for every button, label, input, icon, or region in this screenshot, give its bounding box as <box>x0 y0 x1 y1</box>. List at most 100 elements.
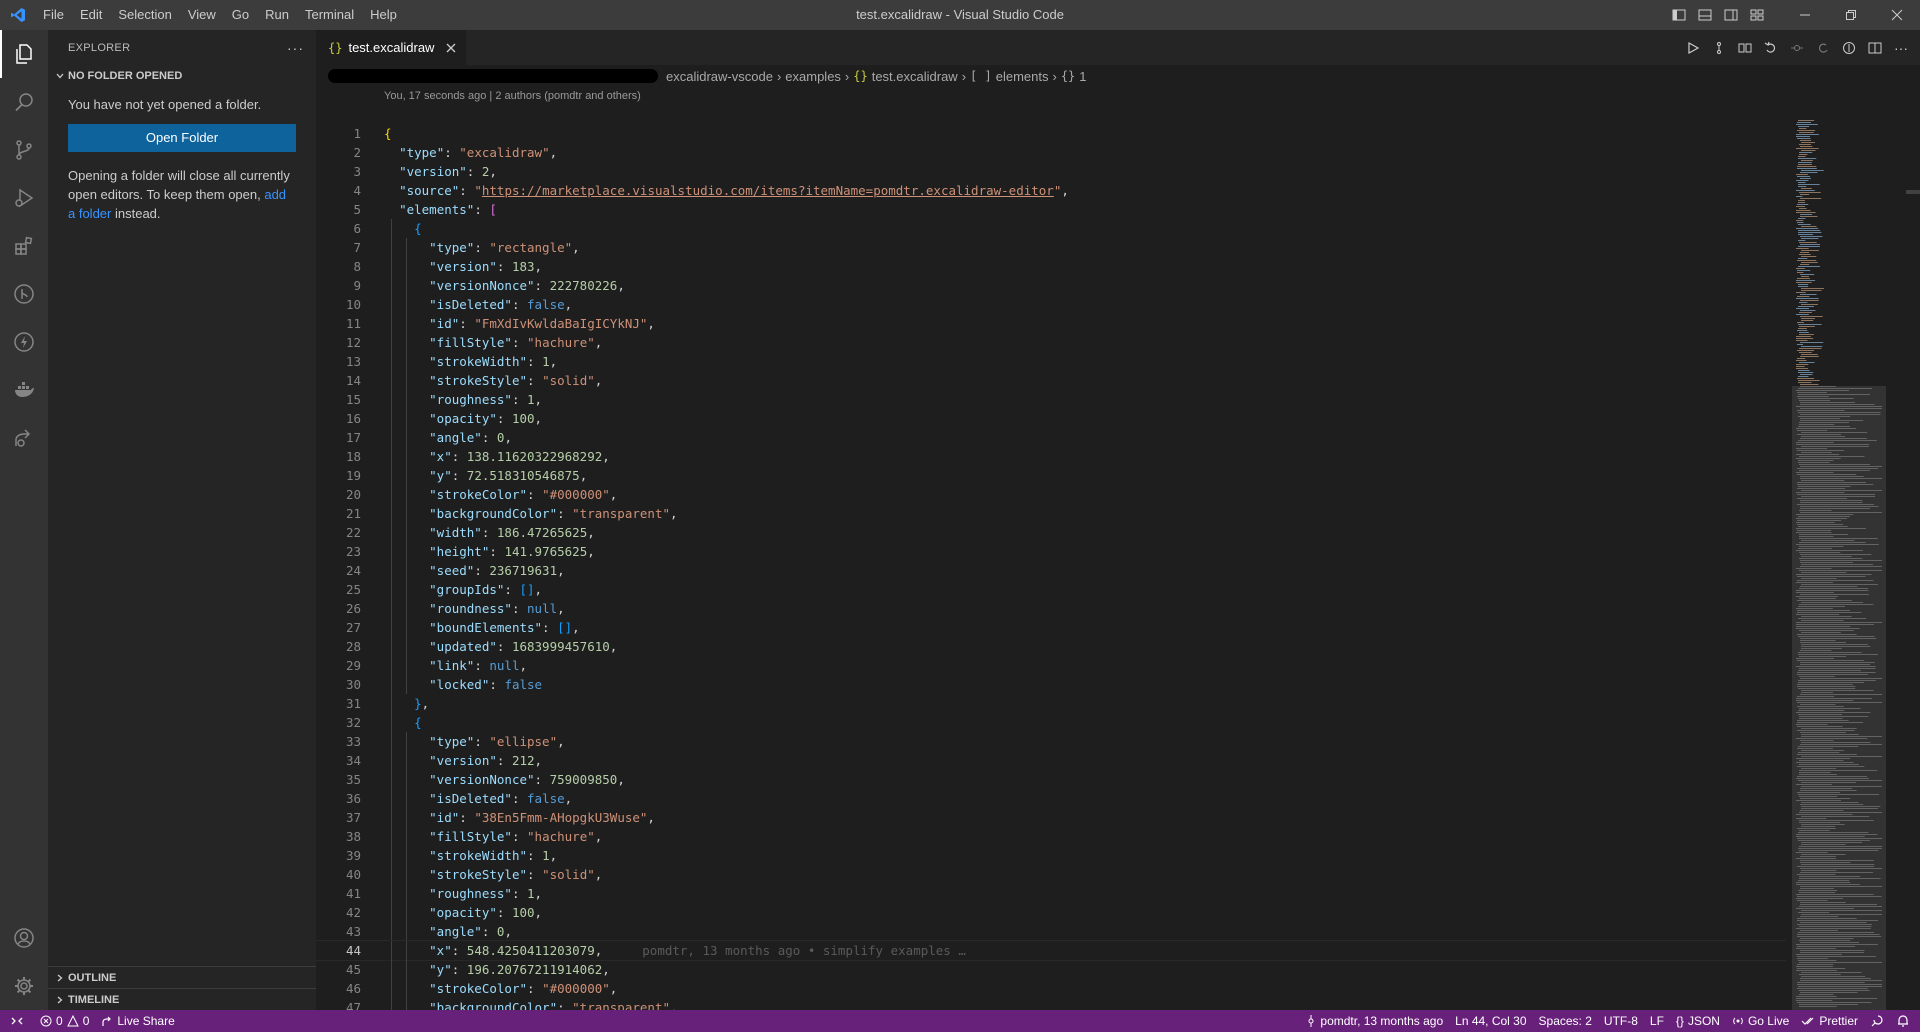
code-line[interactable]: 35 "versionNonce": 759009850, <box>316 770 1786 789</box>
minimize-icon[interactable] <box>1782 0 1828 30</box>
code-line[interactable]: 5 "elements": [ <box>316 200 1786 219</box>
scrollbar-thumb[interactable] <box>1906 190 1920 194</box>
indentation[interactable]: Spaces: 2 <box>1533 1010 1598 1032</box>
code-line[interactable]: 13 "strokeWidth": 1, <box>316 352 1786 371</box>
code-line[interactable]: 32 { <box>316 713 1786 732</box>
code-line[interactable]: 15 "roughness": 1, <box>316 390 1786 409</box>
code-line[interactable]: 27 "boundElements": [], <box>316 618 1786 637</box>
close-tab-icon[interactable] <box>446 43 456 53</box>
code-line[interactable]: 29 "link": null, <box>316 656 1786 675</box>
go-live-button[interactable]: Go Live <box>1726 1010 1795 1032</box>
next-change-icon[interactable] <box>1810 30 1836 65</box>
code-line[interactable]: 34 "version": 212, <box>316 751 1786 770</box>
code-line[interactable]: 6 { <box>316 219 1786 238</box>
menu-go[interactable]: Go <box>224 0 257 30</box>
customize-layout-icon[interactable] <box>1744 0 1770 30</box>
accounts-icon[interactable] <box>0 914 48 962</box>
blame-status[interactable]: pomdtr, 13 months ago <box>1300 1010 1449 1032</box>
code-line[interactable]: 7 "type": "rectangle", <box>316 238 1786 257</box>
explorer-icon[interactable] <box>0 30 48 78</box>
code-line[interactable]: 44 "x": 548.4250411203079, pomdtr, 13 mon… <box>316 940 1786 961</box>
code-line[interactable]: 17 "angle": 0, <box>316 428 1786 447</box>
minimap[interactable] <box>1792 118 1886 1010</box>
code-line[interactable]: 38 "fillStyle": "hachure", <box>316 827 1786 846</box>
code-line[interactable]: 31 }, <box>316 694 1786 713</box>
code-editor[interactable]: 1{2 "type": "excalidraw", 3 "version": 2,… <box>316 124 1786 1010</box>
git-lens-history-icon[interactable] <box>1706 30 1732 65</box>
code-line[interactable]: 4 "source": "https://marketplace.visuals… <box>316 181 1786 200</box>
code-line[interactable]: 11 "id": "FmXdIvKwldaBaIgICYkNJ", <box>316 314 1786 333</box>
code-line[interactable]: 21 "backgroundColor": "transparent", <box>316 504 1786 523</box>
code-line[interactable]: 33 "type": "ellipse", <box>316 732 1786 751</box>
live-share-status[interactable]: Live Share <box>95 1010 180 1032</box>
toggle-primary-sidebar-icon[interactable] <box>1666 0 1692 30</box>
menu-help[interactable]: Help <box>362 0 405 30</box>
open-folder-button[interactable]: Open Folder <box>68 124 296 152</box>
breadcrumb-item[interactable]: elements <box>996 69 1049 84</box>
search-icon[interactable] <box>0 78 48 126</box>
restore-icon[interactable] <box>1828 0 1874 30</box>
more-editor-actions-icon[interactable]: ··· <box>1888 30 1914 65</box>
more-actions-icon[interactable]: ··· <box>287 40 304 56</box>
end-of-line[interactable]: LF <box>1644 1010 1670 1032</box>
menu-file[interactable]: File <box>35 0 72 30</box>
revert-icon[interactable] <box>1758 30 1784 65</box>
code-line[interactable]: 14 "strokeStyle": "solid", <box>316 371 1786 390</box>
prettier-status[interactable]: Prettier <box>1795 1010 1864 1032</box>
notifications-bell-icon[interactable] <box>1890 1010 1920 1032</box>
code-line[interactable]: 3 "version": 2, <box>316 162 1786 181</box>
menu-edit[interactable]: Edit <box>72 0 110 30</box>
toggle-panel-icon[interactable] <box>1692 0 1718 30</box>
code-line[interactable]: 24 "seed": 236719631, <box>316 561 1786 580</box>
code-line[interactable]: 19 "y": 72.518310546875, <box>316 466 1786 485</box>
code-line[interactable]: 18 "x": 138.11620322968292, <box>316 447 1786 466</box>
code-line[interactable]: 39 "strokeWidth": 1, <box>316 846 1786 865</box>
code-line[interactable]: 41 "roughness": 1, <box>316 884 1786 903</box>
remote-indicator[interactable] <box>0 1010 34 1032</box>
code-line[interactable]: 10 "isDeleted": false, <box>316 295 1786 314</box>
code-line[interactable]: 2 "type": "excalidraw", <box>316 143 1786 162</box>
compare-changes-icon[interactable] <box>1732 30 1758 65</box>
toggle-secondary-sidebar-icon[interactable] <box>1718 0 1744 30</box>
run-debug-icon[interactable] <box>0 174 48 222</box>
code-line[interactable]: 23 "height": 141.9765625, <box>316 542 1786 561</box>
breadcrumb-item[interactable]: examples <box>785 69 841 84</box>
thunder-client-icon[interactable] <box>0 318 48 366</box>
source-control-icon[interactable] <box>0 126 48 174</box>
close-window-icon[interactable] <box>1874 0 1920 30</box>
code-line[interactable]: 20 "strokeColor": "#000000", <box>316 485 1786 504</box>
live-share-icon[interactable] <box>0 414 48 462</box>
code-line[interactable]: 28 "updated": 1683999457610, <box>316 637 1786 656</box>
settings-gear-icon[interactable] <box>0 962 48 1010</box>
code-line[interactable]: 40 "strokeStyle": "solid", <box>316 865 1786 884</box>
problems-indicator[interactable]: 0 0 <box>34 1010 95 1032</box>
menu-run[interactable]: Run <box>257 0 297 30</box>
toggle-blame-icon[interactable] <box>1836 30 1862 65</box>
code-line[interactable]: 1{ <box>316 124 1786 143</box>
code-line[interactable]: 47 "backgroundColor": "transparent", <box>316 998 1786 1010</box>
no-folder-section-header[interactable]: NO FOLDER OPENED <box>48 65 316 87</box>
tab-test-excalidraw[interactable]: {} test.excalidraw <box>316 30 467 65</box>
code-line[interactable]: 22 "width": 186.47265625, <box>316 523 1786 542</box>
code-line[interactable]: 16 "opacity": 100, <box>316 409 1786 428</box>
menu-selection[interactable]: Selection <box>110 0 179 30</box>
docker-icon[interactable] <box>0 366 48 414</box>
gitlens-icon[interactable] <box>0 270 48 318</box>
code-line[interactable]: 37 "id": "38En5Fmm-AHopgkU3Wuse", <box>316 808 1786 827</box>
menu-view[interactable]: View <box>180 0 224 30</box>
breadcrumb-item[interactable]: excalidraw-vscode <box>666 69 773 84</box>
menu-terminal[interactable]: Terminal <box>297 0 362 30</box>
code-line[interactable]: 25 "groupIds": [], <box>316 580 1786 599</box>
code-line[interactable]: 43 "angle": 0, <box>316 922 1786 941</box>
code-line[interactable]: 12 "fillStyle": "hachure", <box>316 333 1786 352</box>
previous-change-icon[interactable] <box>1784 30 1810 65</box>
code-line[interactable]: 8 "version": 183, <box>316 257 1786 276</box>
extensions-icon[interactable] <box>0 222 48 270</box>
code-line[interactable]: 42 "opacity": 100, <box>316 903 1786 922</box>
code-line[interactable]: 30 "locked": false <box>316 675 1786 694</box>
language-mode[interactable]: {} JSON <box>1670 1010 1726 1032</box>
outline-section-header[interactable]: OUTLINE <box>48 966 316 988</box>
codelens-authors[interactable]: You, 17 seconds ago | 2 authors (pomdtr … <box>316 87 1920 105</box>
timeline-section-header[interactable]: TIMELINE <box>48 988 316 1010</box>
code-line[interactable]: 45 "y": 196.20767211914062, <box>316 960 1786 979</box>
